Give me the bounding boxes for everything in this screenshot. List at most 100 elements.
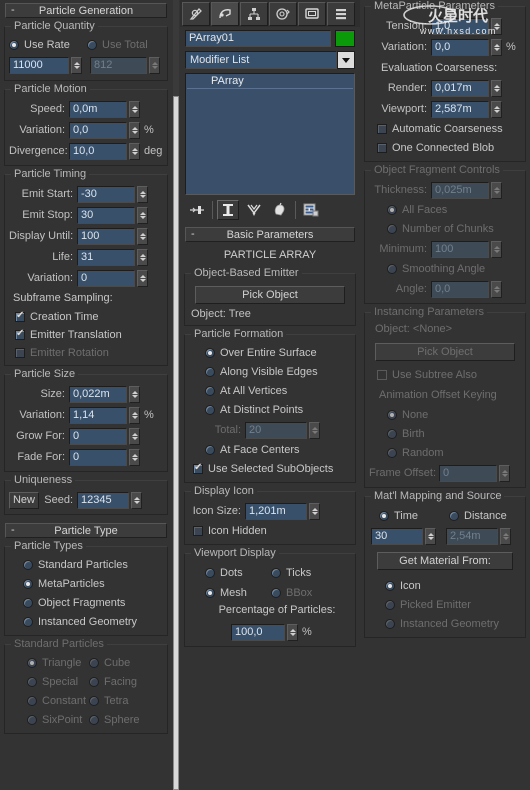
angle-spinner[interactable] [491,280,502,298]
radio-dot-icon[interactable] [205,587,215,598]
instancing-pick-object-button[interactable]: Pick Object [375,343,515,361]
checkbox-icon[interactable] [193,462,203,474]
rollout-header-particle-generation[interactable]: - Particle Generation [5,3,167,18]
radio-facing[interactable]: Facing [89,676,137,688]
minimum-input[interactable]: 100 [431,240,489,258]
divergence-spinner[interactable] [129,142,140,160]
size-spinner[interactable] [129,385,140,403]
speed-input[interactable]: 0,0m [69,100,127,118]
checkbox-automatic-coarseness[interactable]: Automatic Coarseness [369,123,503,135]
render-spinner[interactable] [491,79,502,97]
checkbox-icon[interactable] [377,124,387,134]
radio-constant[interactable]: Constant [9,695,89,707]
meta-variation-spinner[interactable] [491,38,502,56]
pin-stack-button[interactable] [186,200,208,220]
radio-smoothing-angle[interactable]: Smoothing Angle [369,263,485,275]
radio-source-instanced-geometry[interactable]: Instanced Geometry [369,618,499,630]
create-tab[interactable] [182,2,210,26]
radio-dot-icon[interactable] [205,386,215,396]
checkbox-icon-hidden[interactable]: Icon Hidden [189,525,267,537]
radio-special[interactable]: Special [9,676,89,688]
radio-dot-icon[interactable] [387,410,397,420]
fade-for-spinner[interactable] [129,448,140,466]
radio-dot-icon[interactable] [23,560,33,570]
make-unique-button[interactable] [243,200,265,220]
radio-tetra[interactable]: Tetra [89,695,128,707]
total-input[interactable]: 20 [245,421,307,439]
grow-for-input[interactable]: 0 [69,427,127,445]
radio-dot-icon[interactable] [27,715,37,725]
radio-offset-random[interactable]: Random [369,447,444,459]
radio-dot-icon[interactable] [271,567,281,578]
distance-spinner[interactable] [500,528,511,545]
display-until-input[interactable]: 100 [77,227,135,245]
remove-modifier-button[interactable] [269,200,291,220]
checkbox-icon[interactable] [15,310,25,322]
rollout-header-basic-parameters[interactable]: - Basic Parameters [185,227,355,242]
thickness-spinner[interactable] [491,181,502,199]
speed-spinner[interactable] [129,100,140,118]
size-input[interactable]: 0,022m [69,385,127,403]
radio-dot-icon[interactable] [387,205,397,215]
emit-stop-input[interactable]: 30 [77,206,135,224]
icon-size-input[interactable]: 1,201m [245,502,307,520]
percentage-input[interactable]: 100,0 [231,623,285,641]
modifier-stack-list[interactable]: PArray [185,73,355,195]
percentage-spinner[interactable] [287,623,298,641]
chevron-down-icon[interactable] [337,51,355,69]
checkbox-creation-time[interactable]: Creation Time [9,310,98,323]
radio-dot-icon[interactable] [205,348,215,358]
radio-dot-icon[interactable] [89,677,99,687]
radio-along-visible-edges[interactable]: Along Visible Edges [189,366,318,378]
pick-object-button[interactable]: Pick Object [195,286,345,304]
size-variation-spinner[interactable] [129,406,140,424]
checkbox-icon[interactable] [193,526,203,536]
meta-variation-input[interactable]: 0,0 [431,38,489,56]
radio-bbox[interactable]: BBox [271,587,312,599]
radio-dot-icon[interactable] [387,264,397,274]
radio-dot-icon[interactable] [449,510,459,521]
radio-at-face-centers[interactable]: At Face Centers [189,444,299,456]
use-rate-spinner[interactable] [71,57,82,74]
radio-dot-icon[interactable] [89,696,99,706]
radio-offset-birth[interactable]: Birth [369,428,425,440]
use-total-input[interactable]: 812 [90,57,147,74]
radio-standard-particles[interactable]: Standard Particles [9,559,128,571]
checkbox-icon[interactable] [377,143,387,153]
radio-dot-icon[interactable] [205,567,215,578]
divergence-input[interactable]: 10,0 [69,142,127,160]
tension-input[interactable]: 1,0 [431,17,489,35]
radio-dot-icon[interactable] [87,40,97,50]
emit-start-spinner[interactable] [137,185,148,203]
emit-start-input[interactable]: -30 [77,185,135,203]
radio-sixpoint[interactable]: SixPoint [9,714,89,726]
radio-dot-icon[interactable] [387,224,397,234]
panel-scrollbar[interactable] [172,0,180,790]
radio-use-total[interactable]: Use Total [87,39,148,51]
radio-over-entire-surface[interactable]: Over Entire Surface [189,347,317,359]
checkbox-use-selected-subobjects[interactable]: Use Selected SubObjects [189,462,333,475]
radio-triangle[interactable]: Triangle [9,657,89,669]
life-input[interactable]: 31 [77,248,135,266]
scrollbar-thumb[interactable] [173,96,179,790]
checkbox-one-connected-blob[interactable]: One Connected Blob [369,142,494,154]
radio-number-of-chunks[interactable]: Number of Chunks [369,223,494,235]
radio-all-faces[interactable]: All Faces [369,204,447,216]
collapse-icon[interactable]: - [191,228,195,240]
radio-dot-icon[interactable] [205,445,215,455]
collapse-icon[interactable]: - [11,524,15,536]
radio-dot-icon[interactable] [23,598,33,608]
checkbox-icon[interactable] [377,370,387,380]
configure-modifier-sets-button[interactable] [300,200,322,220]
modify-tab[interactable] [211,2,239,26]
variation-spinner[interactable] [129,121,140,139]
rollout-header-particle-type[interactable]: - Particle Type [5,523,167,538]
radio-dot-icon[interactable] [385,581,395,591]
radio-dot-icon[interactable] [387,448,397,458]
display-until-spinner[interactable] [137,227,148,245]
radio-dot-icon[interactable] [27,658,37,668]
radio-at-all-vertices[interactable]: At All Vertices [189,385,287,397]
radio-dot-icon[interactable] [23,617,33,627]
radio-time[interactable]: Time [369,510,449,522]
radio-source-icon[interactable]: Icon [369,580,421,592]
